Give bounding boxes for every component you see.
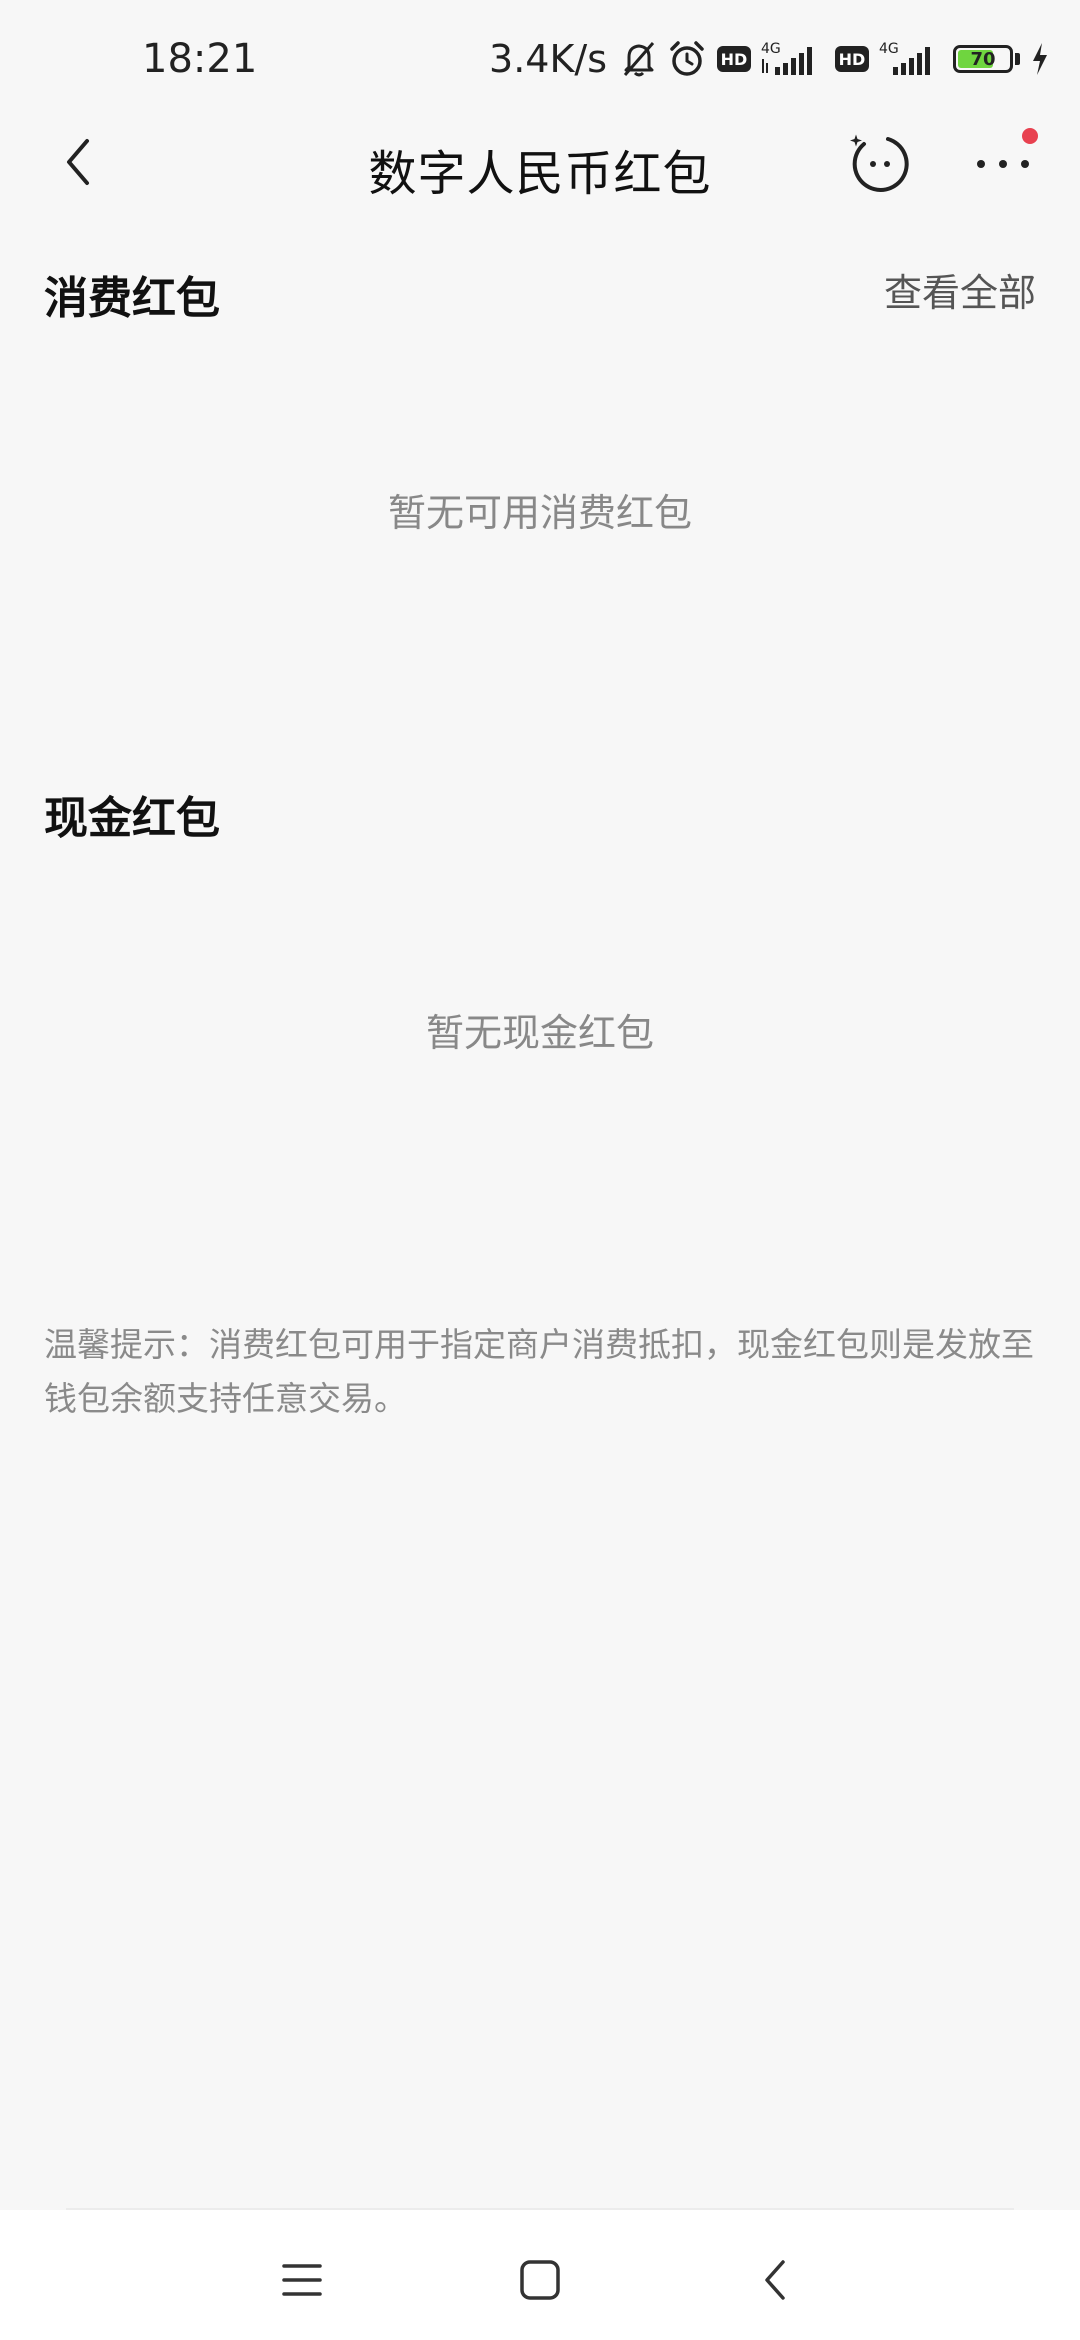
cash-empty-text: 暂无现金红包 bbox=[425, 1011, 654, 1055]
consumption-empty-text: 暂无可用消费红包 bbox=[387, 491, 692, 535]
navigation-bar bbox=[0, 2210, 1080, 2340]
menu-icon bbox=[282, 2264, 322, 2296]
network-speed: 3.4K/s bbox=[489, 37, 607, 81]
hd-badge: HD bbox=[835, 46, 869, 72]
header: 数字人民币红包 bbox=[0, 110, 1080, 220]
smiley-sparkle-icon bbox=[850, 134, 909, 192]
assistant-button[interactable] bbox=[848, 132, 912, 196]
battery-indicator: 70 bbox=[953, 45, 1013, 73]
menu-button[interactable] bbox=[262, 2240, 342, 2320]
alarm-icon bbox=[667, 39, 707, 79]
status-indicators: 3.4K/s HD 4G HD 4G 70 bbox=[489, 34, 1050, 84]
notification-dot bbox=[1022, 128, 1038, 144]
nav-back-button[interactable] bbox=[736, 2240, 816, 2320]
mute-bell-icon bbox=[621, 39, 657, 79]
signal-icon: 4G bbox=[879, 39, 943, 79]
home-square-icon bbox=[520, 2260, 560, 2300]
view-all-link[interactable]: 查看全部 bbox=[884, 262, 1036, 317]
network-type-label: 4G bbox=[879, 41, 899, 57]
status-time: 18:21 bbox=[142, 36, 258, 82]
home-button[interactable] bbox=[500, 2240, 580, 2320]
battery-level: 70 bbox=[970, 48, 996, 70]
signal-icon: 4G bbox=[761, 39, 825, 79]
charging-bolt-icon bbox=[1030, 41, 1050, 77]
tip-text: 温馨提示：消费红包可用于指定商户消费抵扣，现金红包则是发放至钱包余额支持任意交易… bbox=[44, 1325, 1034, 1418]
status-bar: 18:21 3.4K/s HD 4G HD 4G 70 bbox=[0, 0, 1080, 120]
battery-tip bbox=[1015, 53, 1020, 65]
cash-section-title: 现金红包 bbox=[44, 793, 220, 844]
back-chevron-icon bbox=[765, 2260, 785, 2300]
hd-badge: HD bbox=[717, 46, 751, 72]
consumption-section-title: 消费红包 bbox=[44, 273, 220, 324]
page-title: 数字人民币红包 bbox=[368, 146, 712, 202]
more-dots-icon bbox=[977, 160, 1029, 168]
network-type-label: 4G bbox=[761, 41, 781, 57]
